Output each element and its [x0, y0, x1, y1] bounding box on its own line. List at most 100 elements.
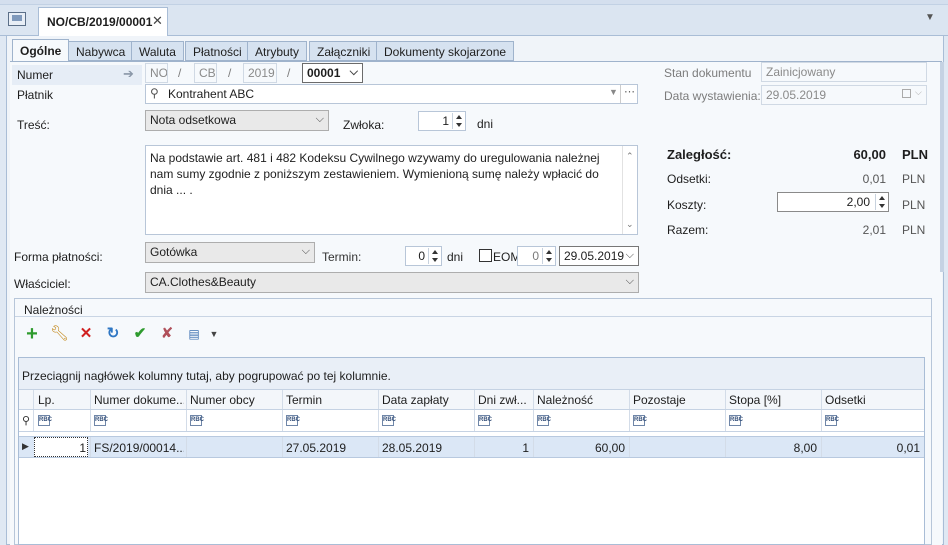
- cell-termin: 27.05.2019: [286, 441, 347, 455]
- chevron-down-icon: ⌵: [625, 249, 634, 261]
- filter-cell-icon[interactable]: RBC: [38, 415, 52, 426]
- column-header-pozostaje[interactable]: Pozostaje: [633, 393, 686, 407]
- wlasciciel-select[interactable]: CA.Clothes&Beauty ⌵: [145, 272, 639, 293]
- column-separator: [474, 390, 475, 409]
- cancel-confirm-icon[interactable]: ✘: [158, 325, 176, 343]
- cell-dni-zwloki: 1: [522, 441, 529, 455]
- filter-cell-icon[interactable]: RBC: [382, 415, 396, 426]
- column-header-dni-zwloki[interactable]: Dni zwł...: [478, 393, 530, 407]
- tresc-value: Nota odsetkowa: [150, 113, 237, 127]
- column-separator: [378, 410, 379, 431]
- column-separator: [629, 390, 630, 409]
- filter-cell-icon[interactable]: RBC: [729, 415, 743, 426]
- column-header-lp[interactable]: Lp.: [38, 393, 55, 407]
- tab-menu-chevron-icon[interactable]: ▼: [925, 12, 935, 23]
- wrench-icon[interactable]: 🔧︎: [50, 325, 69, 343]
- dropdown-icon[interactable]: ▼: [205, 325, 223, 343]
- tab-waluta[interactable]: Waluta: [131, 41, 184, 61]
- document-window-icon[interactable]: [8, 12, 26, 26]
- grid-options-icon[interactable]: ▤: [185, 325, 203, 343]
- cell-stopa: 8,00: [793, 441, 817, 455]
- numer-series-field: CB: [194, 63, 217, 83]
- numer-value-select[interactable]: 00001 ⌵: [302, 63, 363, 83]
- numer-separator: /: [178, 66, 182, 80]
- column-separator: [821, 410, 822, 431]
- group-by-area[interactable]: Przeciągnij nagłówek kolumny tutaj, aby …: [19, 358, 924, 390]
- filter-cell-icon[interactable]: RBC: [94, 415, 108, 426]
- spin-arrows-icon[interactable]: [542, 248, 554, 264]
- termin-days-value: 0: [418, 249, 425, 263]
- numer-separator: /: [287, 66, 291, 80]
- refresh-icon[interactable]: ↻: [104, 325, 122, 343]
- document-tab[interactable]: NO/CB/2019/00001 ✕: [38, 7, 168, 37]
- column-separator: [378, 390, 379, 409]
- scroll-up-icon[interactable]: ⌃: [626, 148, 634, 164]
- spin-arrows-icon[interactable]: [452, 113, 464, 129]
- filter-cell-icon[interactable]: RBC: [478, 415, 492, 426]
- forma-platnosci-select[interactable]: Gotówka ⌵: [145, 242, 315, 263]
- spin-arrows-icon[interactable]: [428, 248, 440, 264]
- confirm-icon[interactable]: ✔: [131, 325, 149, 343]
- tab-atrybuty[interactable]: Atrybuty: [247, 41, 308, 61]
- delete-icon[interactable]: ✕: [77, 325, 95, 343]
- column-separator: [90, 437, 91, 457]
- tab-dokumenty-skojarzone[interactable]: Dokumenty skojarzone: [376, 41, 515, 61]
- termin-date-picker[interactable]: 29.05.2019 ⌵: [559, 246, 639, 266]
- column-header-numer-obcy[interactable]: Numer obcy: [190, 393, 255, 407]
- column-header-stopa[interactable]: Stopa [%]: [729, 393, 781, 407]
- platnik-field[interactable]: ⚲ Kontrahent ABC ▼ ⋯: [145, 84, 638, 104]
- spin-arrows-icon[interactable]: [875, 194, 887, 210]
- column-header-data-zaplaty[interactable]: Data zapłaty: [382, 393, 449, 407]
- filter-cell-icon[interactable]: RBC: [537, 415, 551, 426]
- zwloka-value: 1: [442, 114, 449, 128]
- zwloka-stepper[interactable]: 1: [418, 111, 466, 131]
- tab-ogolne[interactable]: Ogólne: [12, 39, 70, 62]
- scroll-down-icon[interactable]: ⌄: [626, 216, 634, 232]
- forma-platnosci-label: Forma płatności:: [14, 250, 103, 264]
- tab-zalaczniki[interactable]: Załączniki: [309, 41, 379, 61]
- tresc-select[interactable]: Nota odsetkowa ⌵: [145, 110, 329, 131]
- zaleglosc-value: 60,00: [853, 147, 886, 162]
- koszty-value: 2,00: [846, 195, 870, 209]
- column-separator: [186, 410, 187, 431]
- column-separator: [533, 410, 534, 431]
- search-icon: ⚲: [150, 86, 159, 100]
- grid-filter-row: ⚲ RBC RBC RBC RBC RBC RBC RBC RBC RBC RB…: [19, 410, 924, 432]
- column-header-numer-dokumentu[interactable]: Numer dokume...: [94, 393, 184, 407]
- column-separator: [282, 410, 283, 431]
- column-header-odsetki[interactable]: Odsetki: [825, 393, 866, 407]
- koszty-label: Koszty:: [667, 198, 707, 212]
- field-divider: [620, 85, 621, 103]
- koszty-stepper[interactable]: 2,00: [777, 192, 889, 212]
- table-row[interactable]: ▶ 1 FS/2019/00014... 27.05.2019 28.05.20…: [19, 436, 924, 458]
- filter-cell-icon[interactable]: RBC: [286, 415, 300, 426]
- eom-checkbox[interactable]: [479, 249, 492, 262]
- tab-platnosci[interactable]: Płatności: [185, 41, 250, 61]
- column-separator: [33, 410, 34, 431]
- filter-cell-icon[interactable]: RBC: [633, 415, 647, 426]
- column-separator: [629, 437, 630, 457]
- dropdown-icon[interactable]: ▼: [609, 87, 618, 97]
- add-icon[interactable]: +: [23, 324, 41, 344]
- filter-cell-icon[interactable]: RBC: [825, 415, 839, 426]
- chevron-down-icon: ⌵: [301, 245, 310, 257]
- column-header-naleznosc[interactable]: Należność: [537, 393, 593, 407]
- ellipsis-icon[interactable]: ⋯: [624, 85, 635, 98]
- odsetki-currency: PLN: [902, 172, 926, 186]
- column-separator: [186, 390, 187, 409]
- termin-days-stepper[interactable]: 0: [405, 246, 442, 266]
- eom-value: 0: [532, 249, 539, 263]
- column-separator: [629, 410, 630, 431]
- filter-cell-icon[interactable]: RBC: [190, 415, 204, 426]
- body-textarea[interactable]: Na podstawie art. 481 i 482 Kodeksu Cywi…: [145, 145, 638, 235]
- document-tab-title: NO/CB/2019/00001: [47, 15, 153, 29]
- eom-stepper[interactable]: 0: [517, 246, 556, 266]
- platnik-value: Kontrahent ABC: [168, 87, 255, 101]
- zwloka-label: Zwłoka:: [343, 118, 385, 132]
- close-icon[interactable]: ✕: [152, 13, 163, 29]
- column-header-termin[interactable]: Termin: [286, 393, 322, 407]
- tab-nabywca[interactable]: Nabywca: [68, 41, 134, 61]
- form-scrollbar[interactable]: [940, 62, 944, 272]
- filter-icon[interactable]: ⚲: [22, 414, 30, 427]
- textarea-scrollbar[interactable]: ⌃ ⌄: [622, 146, 637, 234]
